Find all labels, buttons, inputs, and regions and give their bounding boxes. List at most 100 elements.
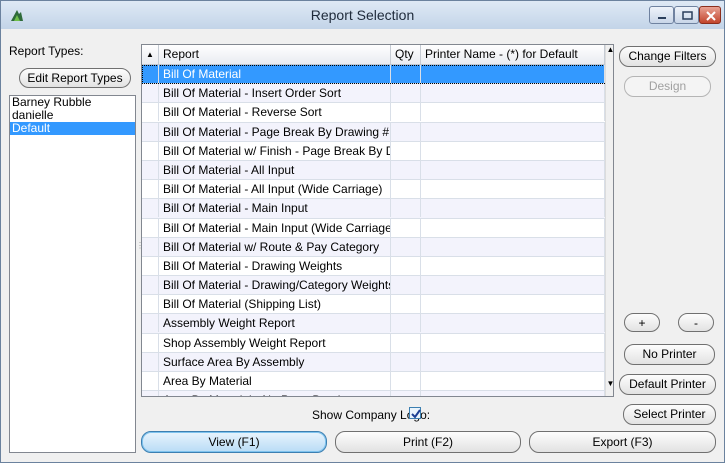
qty-cell[interactable] bbox=[391, 314, 421, 333]
row-indicator-cell[interactable] bbox=[142, 180, 159, 199]
row-indicator-cell[interactable] bbox=[142, 103, 159, 122]
export-button[interactable]: Export (F3) bbox=[529, 431, 716, 453]
row-indicator-cell[interactable] bbox=[142, 352, 159, 371]
report-name-cell[interactable]: Bill Of Material - All Input (Wide Carri… bbox=[159, 180, 391, 199]
row-indicator-cell[interactable] bbox=[142, 65, 159, 83]
report-name-cell[interactable]: Bill Of Material - Reverse Sort bbox=[159, 103, 391, 122]
table-row[interactable]: Bill Of Material (Shipping List) bbox=[142, 295, 605, 315]
printer-name-cell[interactable] bbox=[421, 103, 605, 122]
report-name-cell[interactable]: Bill Of Material w/ Route & Pay Category bbox=[159, 237, 391, 256]
row-indicator-cell[interactable] bbox=[142, 314, 159, 333]
table-row[interactable]: Bill Of Material - Drawing/Category Weig… bbox=[142, 276, 605, 296]
printer-name-cell[interactable] bbox=[421, 218, 605, 237]
row-indicator-cell[interactable] bbox=[142, 256, 159, 275]
qty-cell[interactable] bbox=[391, 180, 421, 199]
printer-name-cell[interactable] bbox=[421, 65, 605, 83]
printer-name-cell[interactable] bbox=[421, 122, 605, 141]
close-button[interactable] bbox=[699, 6, 721, 24]
report-grid[interactable]: ▲ Report Qty Printer Name - (*) for Defa… bbox=[141, 44, 614, 397]
qty-cell[interactable] bbox=[391, 218, 421, 237]
printer-name-cell[interactable] bbox=[421, 314, 605, 333]
scroll-down-icon[interactable]: ▼ bbox=[606, 379, 613, 389]
printer-name-cell[interactable] bbox=[421, 391, 605, 396]
printer-name-cell[interactable] bbox=[421, 180, 605, 199]
qty-cell[interactable] bbox=[391, 237, 421, 256]
maximize-button[interactable] bbox=[674, 6, 699, 24]
printer-name-cell[interactable] bbox=[421, 372, 605, 390]
printer-name-cell[interactable] bbox=[421, 84, 605, 103]
qty-cell[interactable] bbox=[391, 122, 421, 141]
table-row[interactable]: Bill Of Material w/ Route & Pay Category bbox=[142, 237, 605, 257]
table-row[interactable]: Shop Assembly Weight Report bbox=[142, 333, 605, 353]
table-row[interactable]: Bill Of Material - All Input (Wide Carri… bbox=[142, 180, 605, 200]
minus-button[interactable]: - bbox=[678, 313, 714, 332]
row-indicator-cell[interactable] bbox=[142, 391, 159, 396]
report-name-cell[interactable]: Bill Of Material bbox=[159, 65, 391, 83]
default-printer-button[interactable]: Default Printer bbox=[619, 374, 716, 395]
table-row[interactable]: Bill Of Material - Reverse Sort bbox=[142, 103, 605, 123]
printer-name-cell[interactable] bbox=[421, 141, 605, 160]
row-indicator-cell[interactable] bbox=[142, 141, 159, 160]
qty-cell[interactable] bbox=[391, 372, 421, 390]
column-printer-name[interactable]: Printer Name - (*) for Default bbox=[421, 45, 605, 64]
qty-cell[interactable] bbox=[391, 199, 421, 218]
row-indicator-cell[interactable] bbox=[142, 199, 159, 218]
table-row[interactable]: Bill Of Material - Page Break By Drawing… bbox=[142, 122, 605, 142]
column-qty[interactable]: Qty bbox=[391, 45, 421, 64]
scroll-up-icon[interactable]: ▲ bbox=[606, 45, 613, 55]
report-name-cell[interactable]: Area By Material bbox=[159, 372, 391, 390]
report-name-cell[interactable]: Area By Material - No Page Break bbox=[159, 391, 391, 396]
row-indicator-cell[interactable] bbox=[142, 372, 159, 390]
row-indicator-cell[interactable] bbox=[142, 218, 159, 237]
column-report[interactable]: Report bbox=[159, 45, 391, 64]
table-row[interactable]: Bill Of Material w/ Finish - Page Break … bbox=[142, 141, 605, 161]
qty-cell[interactable] bbox=[391, 256, 421, 275]
qty-cell[interactable] bbox=[391, 295, 421, 314]
report-name-cell[interactable]: Bill Of Material - Insert Order Sort bbox=[159, 84, 391, 103]
row-indicator-cell[interactable] bbox=[142, 333, 159, 352]
print-button[interactable]: Print (F2) bbox=[335, 431, 521, 453]
printer-name-cell[interactable] bbox=[421, 276, 605, 295]
table-row[interactable]: Bill Of Material - Main Input bbox=[142, 199, 605, 219]
plus-button[interactable]: + bbox=[624, 313, 660, 332]
qty-cell[interactable] bbox=[391, 84, 421, 103]
table-row[interactable]: Surface Area By Assembly bbox=[142, 352, 605, 372]
report-name-cell[interactable]: Bill Of Material - Page Break By Drawing… bbox=[159, 122, 391, 141]
printer-name-cell[interactable] bbox=[421, 256, 605, 275]
qty-cell[interactable] bbox=[391, 160, 421, 179]
qty-cell[interactable] bbox=[391, 141, 421, 160]
minimize-button[interactable] bbox=[649, 6, 674, 24]
row-indicator-cell[interactable] bbox=[142, 237, 159, 256]
qty-cell[interactable] bbox=[391, 276, 421, 295]
report-name-cell[interactable]: Shop Assembly Weight Report bbox=[159, 333, 391, 352]
report-name-cell[interactable]: Bill Of Material - Drawing/Category Weig… bbox=[159, 276, 391, 295]
select-printer-button[interactable]: Select Printer bbox=[623, 404, 716, 425]
report-name-cell[interactable]: Bill Of Material w/ Finish - Page Break … bbox=[159, 141, 391, 160]
table-row[interactable]: Area By Material bbox=[142, 372, 605, 392]
printer-name-cell[interactable] bbox=[421, 237, 605, 256]
sort-indicator-icon[interactable]: ▲ bbox=[142, 45, 159, 64]
printer-name-cell[interactable] bbox=[421, 199, 605, 218]
qty-cell[interactable] bbox=[391, 103, 421, 122]
list-item-default[interactable]: Default bbox=[10, 122, 135, 135]
report-name-cell[interactable]: Bill Of Material - All Input bbox=[159, 160, 391, 179]
edit-report-types-button[interactable]: Edit Report Types bbox=[19, 68, 131, 88]
table-row[interactable]: Bill Of Material bbox=[142, 65, 605, 85]
table-row[interactable]: Bill Of Material - Insert Order Sort bbox=[142, 84, 605, 104]
report-name-cell[interactable]: Assembly Weight Report bbox=[159, 314, 391, 333]
qty-cell[interactable] bbox=[391, 333, 421, 352]
row-indicator-cell[interactable] bbox=[142, 276, 159, 295]
printer-name-cell[interactable] bbox=[421, 160, 605, 179]
report-types-list[interactable]: Barney Rubble danielle Default bbox=[9, 95, 136, 453]
table-row[interactable]: Assembly Weight Report bbox=[142, 314, 605, 334]
grid-scrollbar[interactable]: ▲ ▼ bbox=[605, 45, 613, 396]
design-button[interactable]: Design bbox=[624, 76, 711, 97]
report-name-cell[interactable]: Bill Of Material - Main Input bbox=[159, 199, 391, 218]
report-name-cell[interactable]: Bill Of Material - Main Input (Wide Carr… bbox=[159, 218, 391, 237]
show-company-logo-checkbox[interactable] bbox=[409, 407, 421, 419]
table-row[interactable]: Bill Of Material - Drawing Weights bbox=[142, 256, 605, 277]
table-row[interactable]: Bill Of Material - Main Input (Wide Carr… bbox=[142, 218, 605, 238]
table-row[interactable]: Bill Of Material - All Input bbox=[142, 160, 605, 181]
row-indicator-cell[interactable] bbox=[142, 160, 159, 179]
row-indicator-cell[interactable] bbox=[142, 295, 159, 314]
